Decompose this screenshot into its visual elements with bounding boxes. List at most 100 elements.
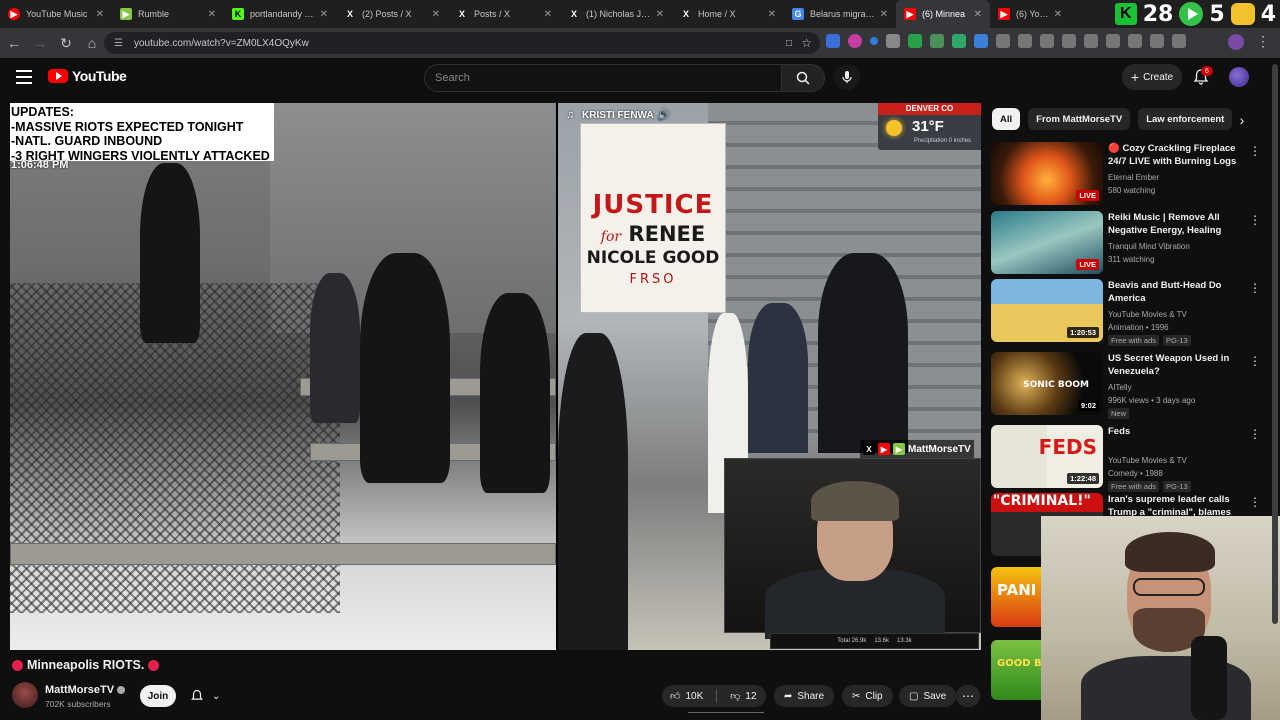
extension-icon[interactable]: [974, 34, 988, 48]
extension-icon[interactable]: [952, 34, 966, 48]
search-button[interactable]: [781, 64, 825, 92]
more-options-icon[interactable]: ⋮: [1249, 427, 1261, 441]
close-icon[interactable]: ✕: [880, 9, 888, 20]
recommendation-channel[interactable]: Eternal Ember: [1108, 171, 1248, 184]
thumbnail-text: FEDS: [1038, 435, 1097, 459]
close-icon[interactable]: ✕: [96, 9, 104, 20]
reload-button[interactable]: ↻: [54, 31, 78, 55]
recommendation-channel[interactable]: Tranquil Mind Vibration: [1108, 240, 1248, 253]
browser-tab[interactable]: X (2) Posts / X ✕: [336, 0, 448, 28]
search-input[interactable]: Search: [424, 64, 782, 92]
extension-icon[interactable]: [908, 34, 922, 48]
extension-icon[interactable]: [886, 34, 900, 48]
recommendation-thumbnail[interactable]: FEDS 1:22:48: [991, 425, 1103, 488]
recommendation-title[interactable]: US Secret Weapon Used in Venezuela?: [1108, 352, 1244, 378]
channel-avatar[interactable]: [12, 682, 38, 708]
recommendation-item[interactable]: LIVE 🔴 Cozy Crackling Fireplace 24/7 LIVE…: [991, 142, 1261, 206]
browser-menu-icon[interactable]: ⋮: [1256, 33, 1270, 50]
recommendation-title[interactable]: Reiki Music | Remove All Negative Energy…: [1108, 211, 1244, 238]
recommendation-channel[interactable]: AITelly: [1108, 381, 1248, 394]
extension-icon[interactable]: [1018, 34, 1032, 48]
close-icon[interactable]: ✕: [208, 9, 216, 20]
browser-tab[interactable]: ▶ (6) Minnea ✕: [896, 0, 990, 28]
recommendation-item[interactable]: FEDS 1:22:48 Feds YouTube Movies & TV Comedy…: [991, 425, 1261, 492]
more-options-icon[interactable]: ⋮: [1249, 213, 1261, 227]
thumbnail-text: SONIC BOOM: [1023, 380, 1089, 390]
browser-tab[interactable]: ▶ YouTube Music ✕: [0, 0, 112, 28]
home-button[interactable]: ⌂: [80, 31, 104, 55]
browser-tab[interactable]: ▶ (6) YouTube ✕: [990, 0, 1070, 28]
recommendation-thumbnail[interactable]: LIVE: [991, 142, 1103, 205]
back-button[interactable]: ←: [2, 31, 26, 55]
profile-avatar[interactable]: [1228, 34, 1244, 50]
save-button[interactable]: ▢ Save: [899, 685, 957, 707]
browser-tab[interactable]: ▶ Rumble ✕: [112, 0, 224, 28]
forward-button[interactable]: →: [28, 31, 52, 55]
join-button[interactable]: Join: [140, 685, 176, 707]
page-scrollbar[interactable]: [1272, 64, 1278, 624]
chip-all[interactable]: All: [992, 108, 1021, 130]
more-options-icon[interactable]: ⋮: [1249, 144, 1261, 158]
chip-law-enforcement[interactable]: Law enforcement: [1138, 108, 1233, 130]
extension-icon[interactable]: [996, 34, 1010, 48]
bookmark-star-icon[interactable]: ☆: [801, 36, 812, 50]
chip-from-channel[interactable]: From MattMorseTV: [1028, 108, 1131, 130]
more-options-icon[interactable]: ⋮: [1249, 354, 1261, 368]
recommendation-title[interactable]: Feds: [1108, 425, 1244, 438]
more-options-icon[interactable]: ⋮: [1249, 495, 1261, 509]
recommendation-item[interactable]: 1:20:53 Beavis and Butt-Head Do America Yo…: [991, 279, 1261, 346]
site-info-icon[interactable]: ☰: [114, 38, 126, 49]
recommendation-channel[interactable]: YouTube Movies & TV: [1108, 308, 1248, 321]
browser-tab[interactable]: X Posts / X ✕: [448, 0, 560, 28]
extension-icon[interactable]: [1172, 34, 1186, 48]
clip-button[interactable]: ✂ Clip: [842, 685, 893, 707]
close-icon[interactable]: ✕: [768, 9, 776, 20]
webcam-label: X ▶ ▶ MattMorseTV: [860, 440, 974, 458]
video-player[interactable]: UPDATES: -MASSIVE RIOTS EXPECTED TONIGHT…: [10, 103, 981, 650]
recommendation-item[interactable]: SONIC BOOM 9:02 US Secret Weapon Used in V…: [991, 352, 1261, 419]
recommendation-thumbnail[interactable]: SONIC BOOM 9:02: [991, 352, 1103, 415]
recommendation-title[interactable]: 🔴 Cozy Crackling Fireplace 24/7 LIVE wit…: [1108, 142, 1244, 169]
close-icon[interactable]: ✕: [544, 9, 552, 20]
person-figure: [818, 253, 908, 453]
extension-icon[interactable]: [1150, 34, 1164, 48]
recommendation-title[interactable]: Beavis and Butt-Head Do America: [1108, 279, 1244, 305]
browser-tab[interactable]: Kportlandandy Stre ✕: [224, 0, 336, 28]
more-actions-button[interactable]: ⋯: [956, 685, 980, 707]
create-button[interactable]: + Create: [1122, 64, 1182, 90]
install-icon[interactable]: □: [786, 38, 792, 49]
extension-icon[interactable]: [930, 34, 944, 48]
youtube-logo[interactable]: YouTube: [48, 68, 127, 84]
recommendation-item[interactable]: LIVE Reiki Music | Remove All Negative En…: [991, 211, 1261, 275]
more-options-icon[interactable]: ⋮: [1249, 281, 1261, 295]
voice-search-button[interactable]: [834, 64, 860, 90]
close-icon[interactable]: ✕: [432, 9, 440, 20]
subscription-bell-button[interactable]: ⌄: [186, 685, 230, 707]
close-icon[interactable]: ✕: [320, 9, 328, 20]
extension-icon[interactable]: [1106, 34, 1120, 48]
account-avatar[interactable]: [1229, 67, 1249, 87]
dislike-button[interactable]: 👎︎ 12: [722, 690, 764, 703]
hamburger-menu-icon[interactable]: [16, 70, 32, 84]
browser-tab[interactable]: G Belarus migrant - ✕: [784, 0, 896, 28]
url-field[interactable]: ☰ youtube.com/watch?v=ZM0LX4OQyKw □ ☆: [104, 32, 820, 54]
close-icon[interactable]: ✕: [656, 9, 664, 20]
close-icon[interactable]: ✕: [1054, 9, 1062, 20]
recommendation-channel[interactable]: YouTube Movies & TV: [1108, 454, 1248, 467]
extension-icon[interactable]: [1128, 34, 1142, 48]
extension-icon[interactable]: [826, 34, 840, 48]
close-icon[interactable]: ✕: [974, 9, 982, 20]
extensions-puzzle-icon[interactable]: [1040, 34, 1054, 48]
browser-tab[interactable]: X Home / X ✕: [672, 0, 784, 28]
channel-name[interactable]: MattMorseTV: [45, 684, 126, 696]
extension-icon[interactable]: [1062, 34, 1076, 48]
extension-icon[interactable]: [870, 37, 878, 45]
chevron-right-icon[interactable]: ›: [1232, 110, 1252, 130]
recommendation-thumbnail[interactable]: 1:20:53: [991, 279, 1103, 342]
browser-tab[interactable]: X (1) Nicholas J. Fue ✕: [560, 0, 672, 28]
share-button[interactable]: ➦ Share: [774, 685, 835, 707]
extension-icon[interactable]: [1084, 34, 1098, 48]
like-button[interactable]: 👍︎ 10K: [662, 690, 711, 703]
recommendation-thumbnail[interactable]: LIVE: [991, 211, 1103, 274]
extension-icon[interactable]: [848, 34, 862, 48]
